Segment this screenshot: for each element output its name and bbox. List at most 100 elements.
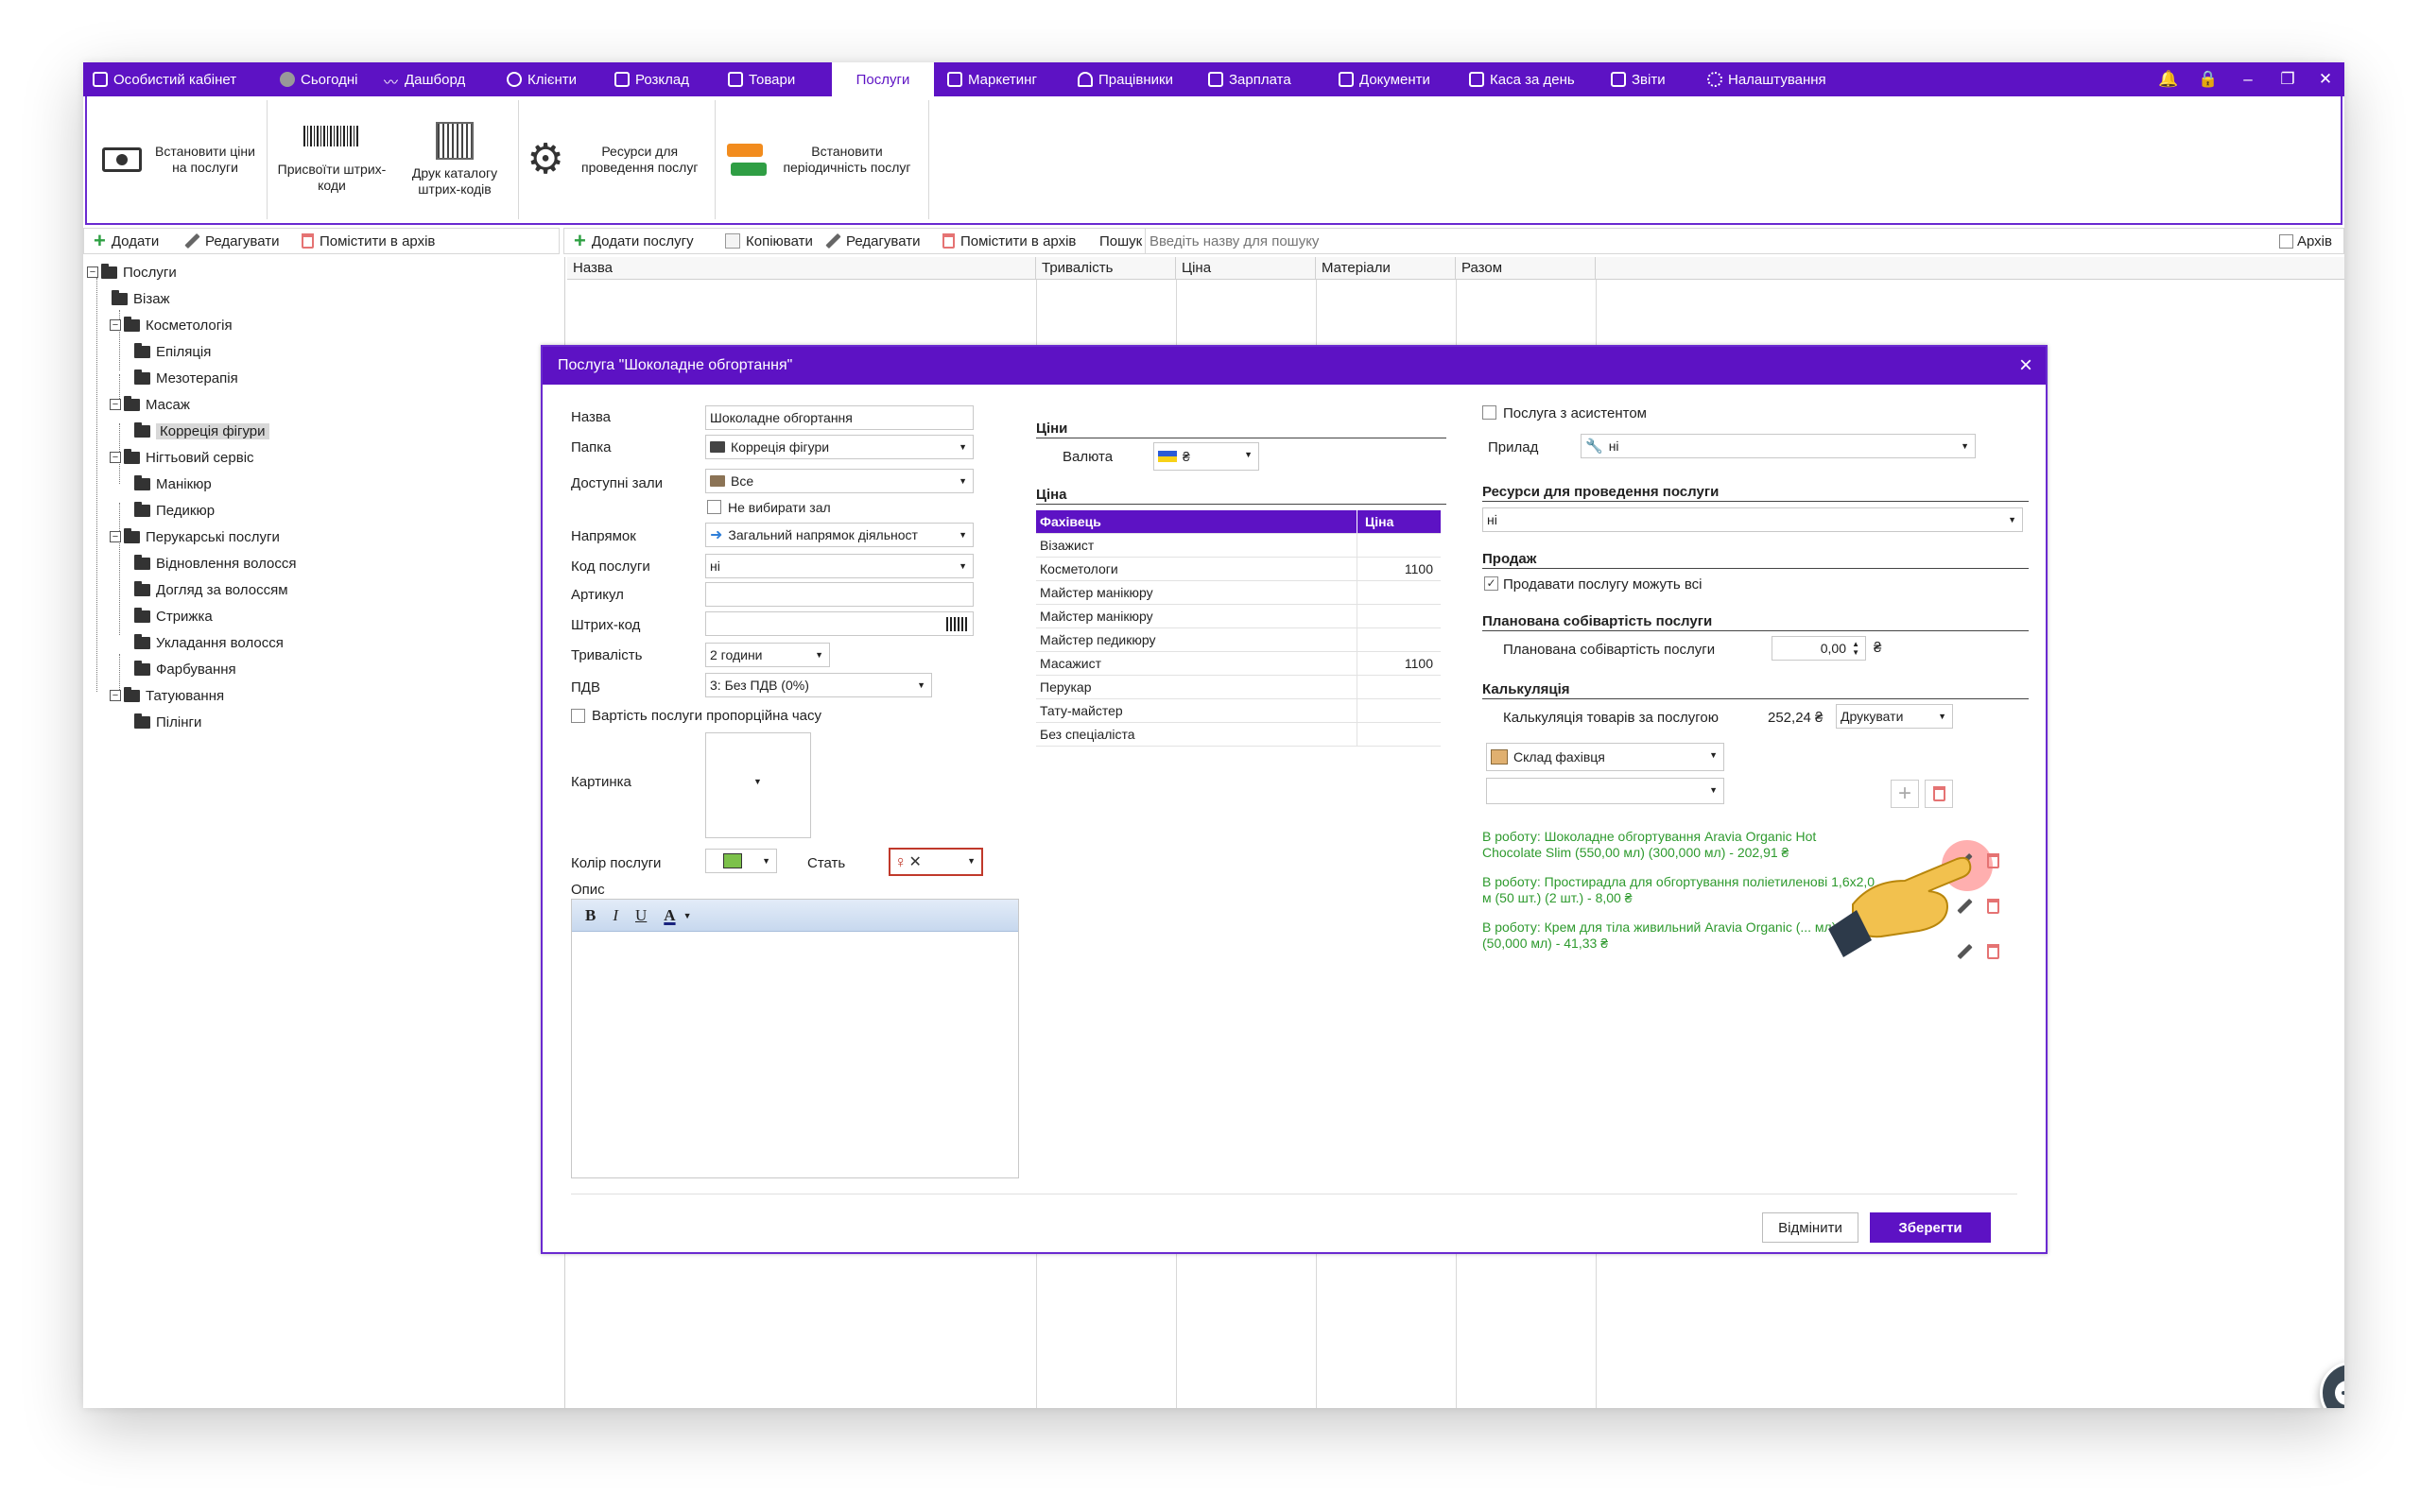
sale-all-checkbox[interactable]: ✓ xyxy=(1484,576,1498,591)
direction-select[interactable]: ➜ Загальний напрямок діяльност ▼ xyxy=(705,523,974,547)
menu-dashboard[interactable]: 〰 Дашборд xyxy=(384,62,465,96)
menu-staff[interactable]: Працівники xyxy=(1078,62,1173,96)
tree-node-cosmetology[interactable]: − Косметологія xyxy=(110,314,233,336)
collapse-icon[interactable]: − xyxy=(110,452,121,463)
search-input[interactable] xyxy=(1145,229,2185,253)
menu-today[interactable]: Сьогодні xyxy=(280,62,358,96)
tree-node-haircut[interactable]: Стрижка xyxy=(134,605,213,627)
collapse-icon[interactable]: − xyxy=(110,319,121,331)
name-field[interactable]: Шоколадне обгортання xyxy=(705,405,974,430)
delete-item-button[interactable] xyxy=(1925,780,1953,808)
price-row[interactable]: Тату-майстер xyxy=(1036,699,1441,723)
price-row[interactable]: Майстер манікюру xyxy=(1036,605,1441,628)
tree-node-visage[interactable]: Візаж xyxy=(112,287,170,310)
barcode-icon[interactable] xyxy=(946,617,967,631)
periodicity-button[interactable]: Встановити періодичність послуг xyxy=(718,96,926,223)
collapse-icon[interactable]: − xyxy=(110,399,121,410)
warehouse-select[interactable]: Склад фахівця ▼ xyxy=(1486,743,1724,771)
print-barcodes-button[interactable]: Друк каталогу штрих-кодів xyxy=(393,96,516,223)
product-select[interactable]: ▼ xyxy=(1486,778,1724,804)
collapse-icon[interactable]: − xyxy=(110,531,121,542)
collapse-icon[interactable]: − xyxy=(87,266,98,278)
barcode-field[interactable] xyxy=(705,611,974,636)
menu-cashday[interactable]: Каса за день xyxy=(1469,62,1575,96)
tree-node-coloring[interactable]: Фарбування xyxy=(134,658,236,680)
assistant-checkbox[interactable] xyxy=(1482,405,1496,420)
minimize-icon[interactable]: – xyxy=(2235,62,2261,96)
proportional-checkbox[interactable] xyxy=(571,709,585,723)
tree-node-massage[interactable]: − Масаж xyxy=(110,393,190,416)
tree-add-button[interactable]: + Додати xyxy=(94,229,159,253)
trash-icon[interactable] xyxy=(1987,899,1999,914)
menu-clients[interactable]: Клієнти xyxy=(507,62,577,96)
resources-select[interactable]: ні ▼ xyxy=(1482,507,2023,532)
menu-cabinet[interactable]: Особистий кабінет xyxy=(93,62,236,96)
price-row[interactable]: Перукар xyxy=(1036,676,1441,699)
tree-node-mesotherapy[interactable]: Мезотерапія xyxy=(134,367,238,389)
print-select[interactable]: Друкувати ▼ xyxy=(1836,704,1953,729)
tree-node-hair-restore[interactable]: Відновлення волосся xyxy=(134,552,297,575)
stepper-arrows-icon[interactable]: ▲ ▼ xyxy=(1852,637,1859,660)
color-picker[interactable]: ▼ xyxy=(705,849,777,873)
menu-salary[interactable]: Зарплата xyxy=(1208,62,1291,96)
tree-node-peeling[interactable]: Пілінги xyxy=(134,711,201,733)
copy-button[interactable]: Копіювати xyxy=(725,229,813,253)
bell-icon[interactable]: 🔔 xyxy=(2155,62,2182,96)
price-row[interactable]: Масажист 1100 xyxy=(1036,652,1441,676)
duration-select[interactable]: 2 години ▼ xyxy=(705,643,830,667)
add-item-button[interactable]: + xyxy=(1891,780,1919,808)
col-materials[interactable]: Матеріали xyxy=(1316,257,1456,280)
trash-icon[interactable] xyxy=(1987,944,1999,959)
halls-select[interactable]: Все ▼ xyxy=(705,469,974,493)
underline-button[interactable]: U xyxy=(635,906,647,925)
price-row[interactable]: Майстер манікюру xyxy=(1036,581,1441,605)
tree-archive-button[interactable]: Помістити в архів xyxy=(302,229,435,253)
tree-node-pedicure[interactable]: Педикюр xyxy=(134,499,215,522)
lock-icon[interactable]: 🔒 xyxy=(2195,62,2221,96)
folder-select[interactable]: Корреція фігури ▼ xyxy=(705,435,974,459)
menu-services[interactable]: Послуги xyxy=(832,62,934,96)
tree-node-styling[interactable]: Укладання волосся xyxy=(134,631,284,654)
menu-reports[interactable]: Звіти xyxy=(1611,62,1666,96)
col-price[interactable]: Ціна xyxy=(1176,257,1316,280)
archive-button[interactable]: Помістити в архів xyxy=(942,229,1076,253)
price-row[interactable]: Косметологи 1100 xyxy=(1036,558,1441,581)
tree-node-correction[interactable]: Корреція фігури xyxy=(134,420,269,442)
tree-edit-button[interactable]: Редагувати xyxy=(184,229,280,253)
save-button[interactable]: Зберегти xyxy=(1870,1212,1991,1243)
price-row[interactable]: Візажист xyxy=(1036,534,1441,558)
device-select[interactable]: 🔧 ні ▼ xyxy=(1581,434,1976,458)
description-editor[interactable]: B I U A ▼ xyxy=(571,899,1019,1178)
tree-node-services[interactable]: − Послуги xyxy=(87,261,177,284)
menu-settings[interactable]: Налаштування xyxy=(1707,62,1826,96)
add-service-button[interactable]: + Додати послугу xyxy=(574,229,694,253)
tree-node-tattoo[interactable]: − Татуювання xyxy=(110,684,224,707)
font-color-button[interactable]: A ▼ xyxy=(664,906,691,925)
close-window-icon[interactable]: ✕ xyxy=(2312,62,2339,96)
italic-button[interactable]: I xyxy=(613,906,618,925)
price-row[interactable]: Майстер педикюру xyxy=(1036,628,1441,652)
bold-button[interactable]: B xyxy=(585,906,596,925)
picture-box[interactable]: ▼ xyxy=(705,732,811,838)
set-prices-button[interactable]: Встановити ціни на послуги xyxy=(95,96,265,223)
no-halls-checkbox[interactable] xyxy=(707,500,721,514)
assign-barcodes-button[interactable]: Присвоїти штрих-коди xyxy=(270,96,393,223)
menu-schedule[interactable]: Розклад xyxy=(614,62,689,96)
edit-button[interactable]: Редагувати xyxy=(825,229,921,253)
restore-icon[interactable]: ❐ xyxy=(2274,62,2301,96)
tree-node-hair-care[interactable]: Догляд за волоссям xyxy=(134,578,288,601)
col-total[interactable]: Разом xyxy=(1456,257,1596,280)
tree-node-hair[interactable]: − Перукарські послуги xyxy=(110,525,280,548)
cancel-button[interactable]: Відмінити xyxy=(1762,1212,1858,1243)
resources-button[interactable]: ⚙ Ресурси для проведення послуг xyxy=(522,96,711,223)
cost-stepper[interactable]: 0,00 ▲ ▼ xyxy=(1772,636,1866,661)
tree-node-manicure[interactable]: Манікюр xyxy=(134,472,212,495)
menu-marketing[interactable]: Маркетинг xyxy=(947,62,1037,96)
archive-checkbox[interactable] xyxy=(2279,233,2293,249)
tree-node-nail[interactable]: − Нігтьовий сервіс xyxy=(110,446,254,469)
vat-select[interactable]: 3: Без ПДВ (0%) ▼ xyxy=(705,673,932,697)
dialog-close-button[interactable]: × xyxy=(2019,347,2032,385)
code-select[interactable]: ні ▼ xyxy=(705,554,974,578)
menu-documents[interactable]: Документи xyxy=(1339,62,1430,96)
collapse-icon[interactable]: − xyxy=(110,690,121,701)
